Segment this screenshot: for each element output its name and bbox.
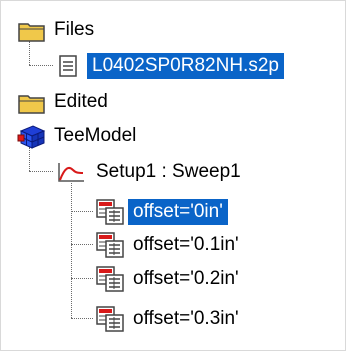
tree-node-label: offset='0in'	[128, 199, 228, 225]
tree-node-edited[interactable]: Edited	[1, 87, 201, 117]
tree-node-label: Setup1 : Sweep1	[96, 161, 241, 182]
tree-node-setup1[interactable]: Setup1 : Sweep1	[1, 157, 301, 187]
solution-data-icon	[96, 266, 124, 292]
folder-icon	[18, 23, 45, 42]
project-tree: Files L0402SP0R82NH.s2p Edited TeeModel …	[0, 0, 346, 351]
tree-node-label: Files	[54, 19, 95, 40]
tree-node-label: L0402SP0R82NH.s2p	[87, 53, 284, 79]
tree-node-offset-03[interactable]: offset='0.3in'	[1, 304, 301, 334]
model-icon	[17, 125, 46, 149]
document-icon	[59, 55, 77, 77]
tree-node-label: offset='0.3in'	[133, 308, 239, 329]
solution-data-icon	[96, 306, 124, 332]
tree-node-files[interactable]: Files	[1, 15, 201, 45]
tree-node-label: offset='0.1in'	[133, 234, 239, 255]
tree-node-file-s2p[interactable]: L0402SP0R82NH.s2p	[1, 51, 346, 81]
tree-node-offset-01[interactable]: offset='0.1in'	[1, 230, 301, 260]
tree-node-label: TeeModel	[54, 125, 137, 146]
tree-node-teemodel[interactable]: TeeModel	[1, 121, 221, 151]
tree-node-label: Edited	[54, 91, 108, 112]
solution-data-icon	[96, 199, 124, 225]
folder-icon	[18, 95, 45, 114]
solution-data-icon	[96, 232, 124, 258]
sweep-curve-icon	[58, 163, 84, 182]
tree-node-label: offset='0.2in'	[133, 268, 239, 289]
tree-node-offset-02[interactable]: offset='0.2in'	[1, 264, 301, 294]
tree-node-offset-0[interactable]: offset='0in'	[1, 197, 301, 227]
